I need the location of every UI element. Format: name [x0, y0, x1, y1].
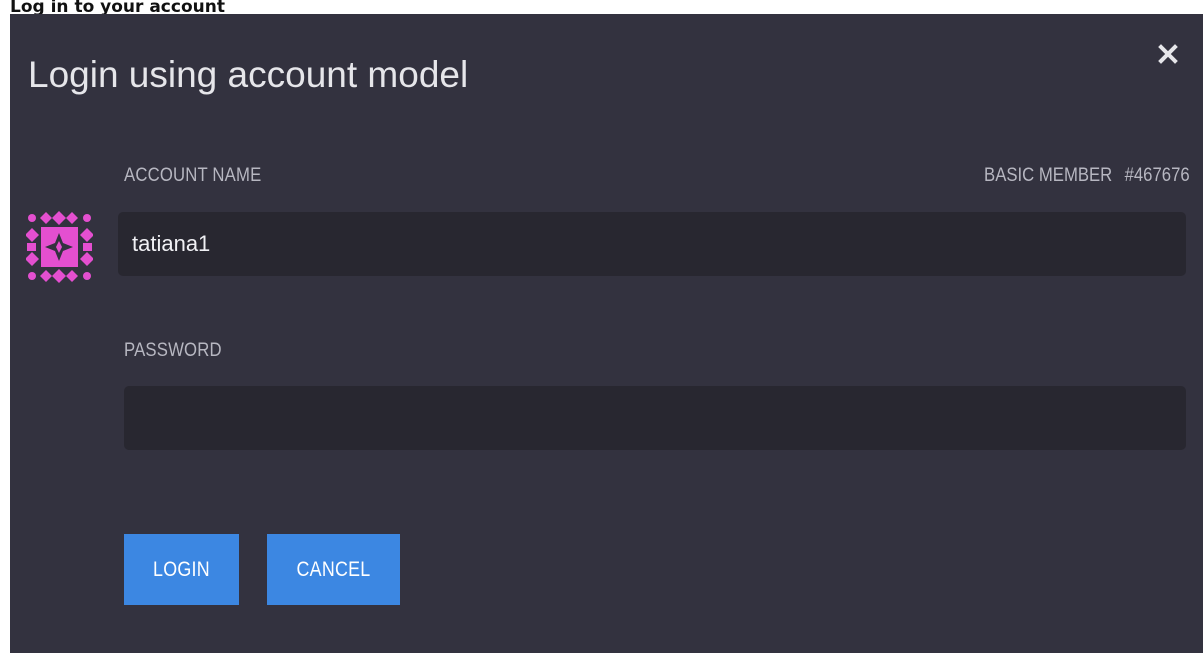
- close-icon: [1158, 44, 1178, 64]
- account-name-input[interactable]: [118, 212, 1186, 276]
- close-button[interactable]: [1150, 36, 1186, 72]
- dialog-title: Login using account model: [28, 54, 469, 95]
- login-button-label: LOGIN: [153, 557, 210, 581]
- password-input[interactable]: [124, 386, 1186, 450]
- member-id: #467676: [1124, 165, 1190, 186]
- avatar: [25, 211, 94, 283]
- geometric-avatar-icon: [25, 211, 94, 283]
- password-label: PASSWORD: [124, 340, 222, 361]
- member-info: BASIC MEMBER #467676: [984, 165, 1190, 187]
- cancel-button[interactable]: CANCEL: [267, 534, 400, 605]
- login-button[interactable]: LOGIN: [124, 534, 239, 605]
- account-name-label: ACCOUNT NAME: [124, 165, 262, 186]
- membership-level: BASIC MEMBER: [984, 165, 1113, 186]
- cancel-button-label: CANCEL: [296, 557, 371, 581]
- login-dialog: Login using account model ACCOUNT NAME B…: [10, 14, 1203, 653]
